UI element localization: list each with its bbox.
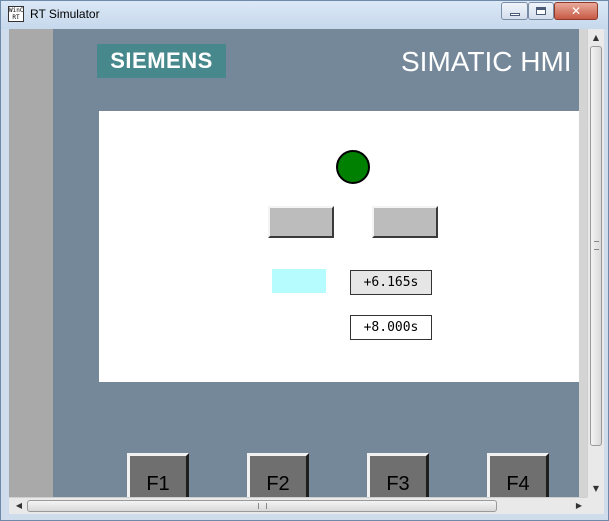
scrollbar-corner bbox=[587, 497, 604, 514]
scroll-up-arrow-icon[interactable]: ▲ bbox=[588, 29, 604, 46]
window-title: RT Simulator bbox=[30, 7, 100, 21]
scroll-grip-icon bbox=[258, 503, 267, 509]
hmi-screen: +6.165s +8.000s bbox=[99, 111, 579, 382]
hmi-panel: SIEMENS SIMATIC HMI +6.165s +8.000s F1 F… bbox=[9, 29, 587, 497]
function-key-f3[interactable]: F3 bbox=[367, 453, 429, 497]
scroll-grip-icon bbox=[594, 241, 599, 250]
hmi-button-2[interactable] bbox=[372, 206, 438, 238]
panel-right-track bbox=[579, 29, 587, 497]
title-bar[interactable]: WinCC RT RT Simulator ✕ bbox=[1, 1, 608, 29]
vertical-scroll-thumb[interactable] bbox=[590, 46, 602, 446]
simatic-hmi-label: SIMATIC HMI bbox=[401, 46, 572, 77]
timer-output-field: +6.165s bbox=[350, 270, 432, 295]
hmi-button-1[interactable] bbox=[268, 206, 334, 238]
close-icon: ✕ bbox=[570, 4, 582, 18]
scroll-down-arrow-icon[interactable]: ▼ bbox=[588, 480, 604, 497]
scroll-left-arrow-icon[interactable]: ◀ bbox=[11, 498, 27, 514]
siemens-logo: SIEMENS bbox=[97, 44, 226, 78]
horizontal-scrollbar[interactable]: ◀ ▶ bbox=[9, 497, 587, 514]
timer-preset-field[interactable]: +8.000s bbox=[350, 315, 432, 340]
minimize-button[interactable] bbox=[501, 2, 528, 20]
panel-left-strip bbox=[9, 29, 53, 497]
scroll-right-arrow-icon[interactable]: ▶ bbox=[571, 498, 587, 514]
rt-simulator-window: WinCC RT RT Simulator ✕ SIEMENS SIMATIC … bbox=[0, 0, 609, 521]
function-key-f4[interactable]: F4 bbox=[487, 453, 549, 497]
wincc-app-icon: WinCC RT bbox=[8, 6, 24, 22]
horizontal-scroll-thumb[interactable] bbox=[27, 500, 497, 512]
function-key-f2[interactable]: F2 bbox=[247, 453, 309, 497]
maximize-button[interactable] bbox=[528, 2, 554, 20]
function-key-f1[interactable]: F1 bbox=[127, 453, 189, 497]
status-lamp-circle bbox=[336, 150, 370, 184]
indicator-rectangle bbox=[272, 269, 326, 293]
app-icon-label: WinCC RT bbox=[9, 7, 24, 21]
close-button[interactable]: ✕ bbox=[554, 2, 598, 20]
vertical-scrollbar[interactable]: ▲ ▼ bbox=[587, 29, 604, 497]
